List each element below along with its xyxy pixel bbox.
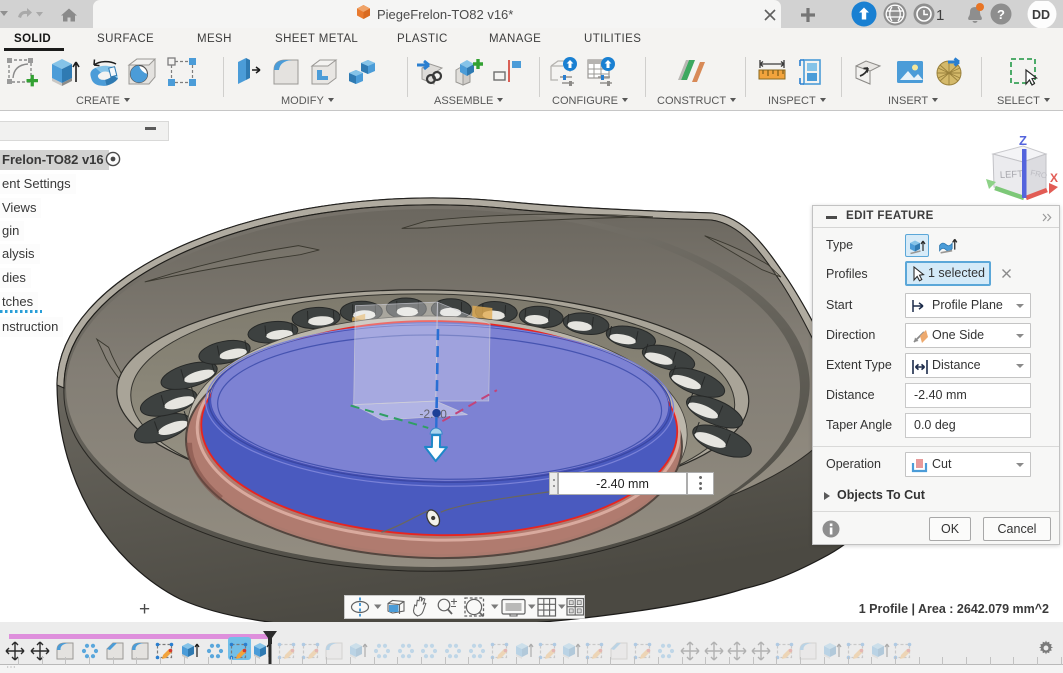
svg-text:?: ? [997,7,1005,22]
svg-text:1: 1 [936,7,944,24]
svg-text:X: X [1050,171,1058,185]
svg-text:DD: DD [1032,8,1050,22]
svg-text:Z: Z [1019,133,1027,148]
svg-text:LEFT: LEFT [1000,169,1024,181]
